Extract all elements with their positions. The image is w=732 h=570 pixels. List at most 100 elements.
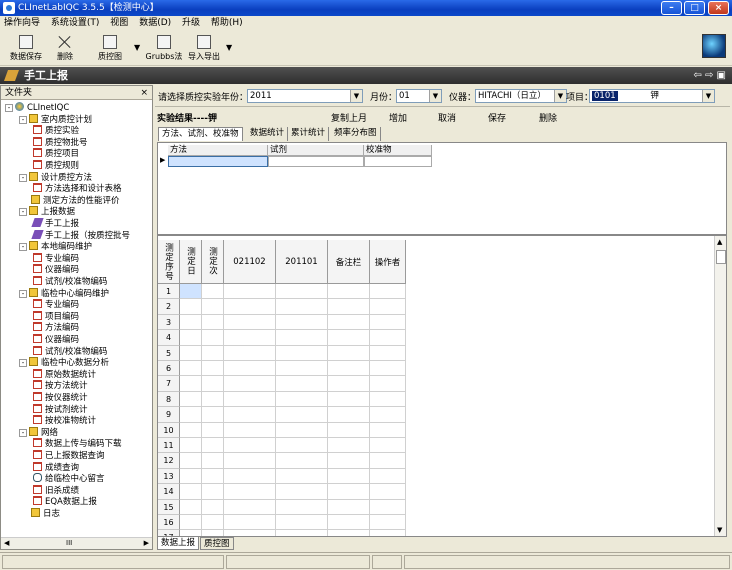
table-cell[interactable] <box>202 330 224 346</box>
table-cell[interactable] <box>328 407 370 423</box>
delete-button[interactable]: 删除 <box>52 33 78 62</box>
tree-node[interactable]: 试剂/校准物编码 <box>33 345 107 357</box>
table-cell[interactable] <box>328 530 370 536</box>
tree-node[interactable]: - 网络 <box>19 426 58 438</box>
table-cell[interactable] <box>370 438 406 454</box>
tree-node[interactable]: - 室内质控计划 <box>19 113 92 125</box>
minimize-button[interactable]: – <box>661 1 682 15</box>
month-select[interactable]: 01 ▼ <box>396 89 442 103</box>
maximize-button[interactable]: □ <box>684 1 705 15</box>
add-button[interactable]: 增加 <box>389 111 407 124</box>
column-header[interactable]: 021102 <box>224 240 276 284</box>
tree-node[interactable]: 按校准物统计 <box>33 415 96 426</box>
table-cell[interactable] <box>224 515 276 531</box>
table-cell[interactable] <box>224 484 276 500</box>
tree-node[interactable]: 试剂/校准物编码 <box>33 276 107 287</box>
table-cell[interactable] <box>276 407 328 423</box>
table-cell[interactable] <box>328 345 370 361</box>
table-cell[interactable] <box>276 361 328 377</box>
tree-node[interactable]: - 本地编码维护 <box>19 241 92 252</box>
table-cell[interactable] <box>276 422 328 438</box>
collapse-icon[interactable]: - <box>19 173 27 182</box>
tree-node[interactable]: 测定方法的性能评价 <box>19 194 120 206</box>
table-cell[interactable] <box>180 499 202 515</box>
tree-node[interactable]: 已上报数据查询 <box>33 450 105 461</box>
delete-record-button[interactable]: 删除 <box>539 111 557 124</box>
table-cell[interactable] <box>202 299 224 315</box>
table-cell[interactable] <box>180 438 202 454</box>
menu-wizard[interactable]: 操作向导 <box>0 16 44 31</box>
tree-node[interactable]: 按仪器统计 <box>33 392 88 403</box>
table-cell[interactable] <box>328 468 370 485</box>
table-cell[interactable] <box>370 284 406 300</box>
table-cell[interactable] <box>370 330 406 346</box>
column-header[interactable]: 测定次 <box>202 240 224 284</box>
table-cell[interactable] <box>328 438 370 454</box>
table-cell[interactable] <box>276 330 328 346</box>
save-button[interactable]: 保存 <box>488 111 506 124</box>
table-cell[interactable] <box>224 391 276 408</box>
table-cell[interactable] <box>180 468 202 485</box>
tree-node[interactable]: 手工上报（按质控批号 <box>31 229 130 241</box>
tree-node[interactable]: 日志 <box>19 508 60 519</box>
table-cell[interactable] <box>276 484 328 500</box>
tree-node[interactable]: 专业编码 <box>33 299 79 310</box>
menu-view[interactable]: 视图 <box>106 16 132 31</box>
table-cell[interactable] <box>328 484 370 500</box>
table-cell[interactable] <box>370 376 406 392</box>
column-header[interactable]: 备注栏 <box>328 240 370 284</box>
vertical-scrollbar[interactable]: ▲ ▼ <box>714 236 726 536</box>
tree-node[interactable]: 原始数据统计 <box>33 368 96 380</box>
scroll-thumb[interactable] <box>716 250 726 264</box>
method-cell[interactable] <box>168 156 268 167</box>
qc-chart-button[interactable]: 质控图 <box>92 33 128 62</box>
table-cell[interactable] <box>276 453 328 469</box>
tree-node[interactable]: 方法编码 <box>33 322 79 333</box>
table-cell[interactable] <box>180 345 202 361</box>
table-cell[interactable] <box>224 314 276 331</box>
table-cell[interactable] <box>276 284 328 300</box>
import-export-dropdown-icon[interactable]: ▼ <box>226 43 232 52</box>
table-cell[interactable] <box>180 391 202 408</box>
table-cell[interactable] <box>276 314 328 331</box>
table-cell[interactable] <box>224 453 276 469</box>
tab-cumulative-stats[interactable]: 累计统计 <box>288 127 330 141</box>
table-cell[interactable] <box>370 530 406 536</box>
tree-node[interactable]: 专业编码 <box>33 252 79 264</box>
tree-node[interactable]: EQA数据上报 <box>33 496 97 507</box>
table-cell[interactable] <box>202 391 224 408</box>
table-cell[interactable] <box>202 515 224 531</box>
column-header[interactable]: 测定日 <box>180 240 202 284</box>
column-header[interactable]: 操作者 <box>370 240 406 284</box>
tab-data-report[interactable]: 数据上报 <box>157 537 200 550</box>
scroll-right-icon[interactable]: ▶ <box>144 539 149 547</box>
collapse-icon[interactable]: - <box>19 208 27 217</box>
column-header[interactable]: 方法 <box>168 145 268 156</box>
table-cell[interactable] <box>276 530 328 536</box>
table-cell[interactable] <box>224 299 276 315</box>
tree-node[interactable]: 旧杀成绩 <box>33 484 79 496</box>
table-cell[interactable] <box>328 299 370 315</box>
tab-qc-chart[interactable]: 质控图 <box>200 537 234 550</box>
tab-frequency-chart[interactable]: 频率分布图 <box>331 127 381 141</box>
close-icon[interactable]: × <box>140 86 148 100</box>
table-cell[interactable] <box>276 468 328 485</box>
table-cell[interactable] <box>224 499 276 515</box>
table-cell[interactable] <box>202 376 224 392</box>
table-cell[interactable] <box>202 453 224 469</box>
item-select[interactable]: 0101 钾 ▼ <box>589 89 715 103</box>
table-cell[interactable] <box>328 422 370 438</box>
table-cell[interactable] <box>328 453 370 469</box>
table-cell[interactable] <box>202 530 224 536</box>
table-cell[interactable] <box>276 391 328 408</box>
table-cell[interactable] <box>276 299 328 315</box>
scroll-thumb[interactable]: III <box>66 539 72 547</box>
table-cell[interactable] <box>328 515 370 531</box>
table-cell[interactable] <box>224 407 276 423</box>
tree-node[interactable]: 质控物批号 <box>33 136 88 148</box>
table-cell[interactable] <box>276 376 328 392</box>
table-cell[interactable] <box>202 484 224 500</box>
table-cell[interactable] <box>180 515 202 531</box>
instrument-select[interactable]: HITACHI（日立） ▼ <box>475 89 567 103</box>
table-cell[interactable] <box>370 515 406 531</box>
